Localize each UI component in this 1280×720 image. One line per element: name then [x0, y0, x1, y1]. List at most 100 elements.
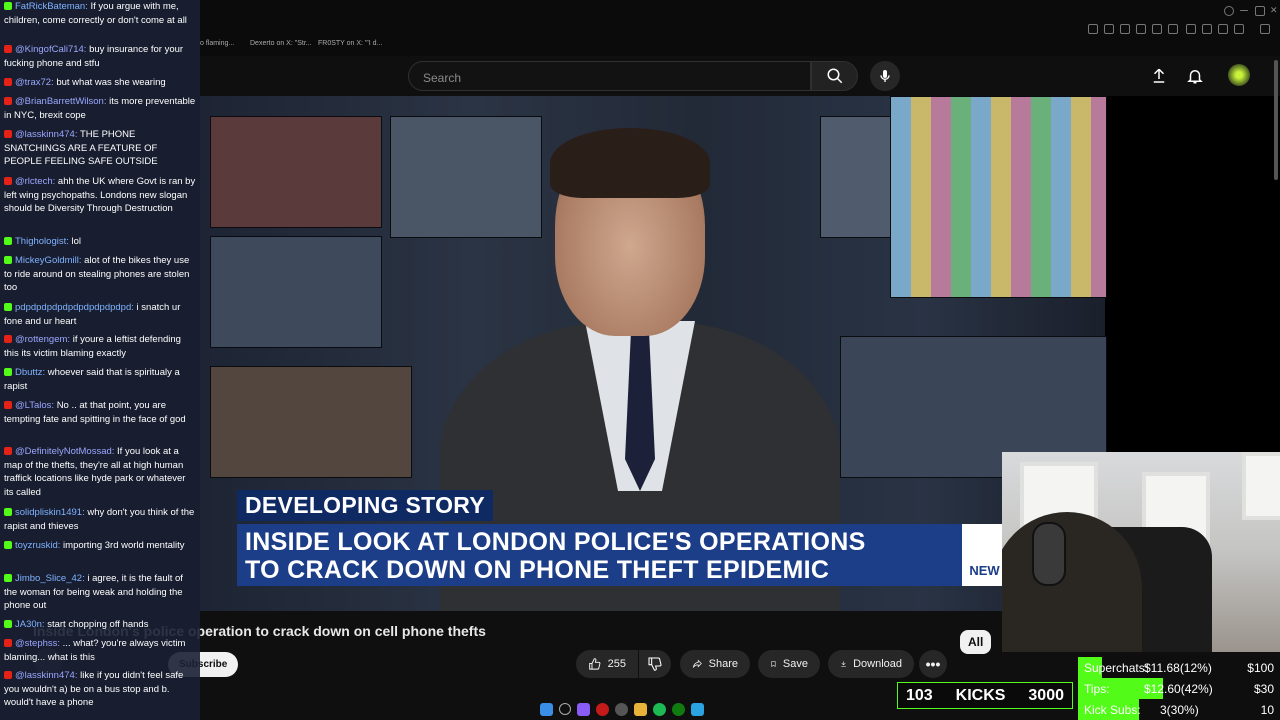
avatar[interactable] — [1228, 64, 1250, 86]
search-icon[interactable] — [1224, 6, 1234, 16]
extension-icon[interactable] — [1152, 24, 1162, 34]
chat-text: importing 3rd world mentality — [63, 540, 185, 551]
chat-username[interactable]: @BrianBarrettWilson: — [15, 96, 106, 107]
spotify-icon[interactable] — [653, 702, 666, 716]
goal-target: $30 — [1253, 682, 1274, 696]
chat-username[interactable]: Jimbo_Slice_42: — [15, 573, 85, 584]
chat-username[interactable]: toyzruskid: — [15, 540, 60, 551]
taskbar — [540, 698, 740, 720]
kicks-goal-value: 3000 — [1028, 686, 1064, 704]
chat-message: toyzruskid: importing 3rd world mentalit… — [4, 539, 196, 553]
opera-icon[interactable] — [596, 702, 609, 716]
kicks-goal: 103 KICKS 3000 — [897, 682, 1073, 709]
ticker-line: INSIDE LOOK AT LONDON POLICE'S OPERATION… — [245, 528, 866, 556]
goal-amount: 3(30%) — [1160, 703, 1199, 717]
microphone-icon — [880, 70, 890, 82]
maximize-icon[interactable] — [1255, 6, 1265, 16]
minimize-icon[interactable] — [1240, 10, 1248, 11]
create-icon[interactable] — [1150, 66, 1168, 86]
chat-username[interactable]: JA30n: — [15, 619, 45, 630]
app-icon[interactable] — [577, 702, 590, 716]
browser-icon[interactable] — [615, 702, 628, 716]
shield-icon[interactable] — [1136, 24, 1146, 34]
extension-icon[interactable] — [1234, 24, 1244, 34]
search-icon[interactable] — [559, 703, 571, 715]
chat-username[interactable]: MickeyGoldmill: — [15, 255, 82, 266]
search-button[interactable] — [811, 61, 858, 91]
youtube-icon — [4, 335, 12, 343]
save-button[interactable]: Save — [758, 650, 820, 678]
chat-username[interactable]: @lasskinn474: — [15, 129, 77, 140]
goal-row: Tips: $12.60(42%) $30 — [1078, 678, 1280, 699]
chat-message: @rlctech: ahh the UK where Govt is ran b… — [4, 175, 196, 216]
profile-icon[interactable] — [1260, 24, 1270, 34]
volume-icon[interactable] — [1186, 24, 1196, 34]
close-icon[interactable]: ✕ — [1270, 6, 1278, 15]
ticker-label: DEVELOPING STORY — [237, 490, 493, 521]
notifications-icon[interactable] — [1186, 66, 1204, 86]
download-icon — [841, 661, 846, 667]
ticker-headline: INSIDE LOOK AT LONDON POLICE'S OPERATION… — [237, 524, 962, 586]
chat-username[interactable]: solidpliskin1491: — [15, 507, 85, 518]
chat-username[interactable]: FatRickBateman: — [15, 1, 88, 12]
share-button[interactable]: Share — [680, 650, 750, 678]
xbox-icon[interactable] — [672, 702, 685, 716]
filter-chip-all[interactable]: All — [960, 630, 992, 654]
chat-username[interactable]: Thighologist: — [15, 236, 69, 247]
goal-label: Kick Subs: — [1084, 703, 1141, 717]
chat-username[interactable]: @LTalos: — [15, 400, 54, 411]
kick-icon — [4, 303, 12, 311]
browser-tab[interactable]: FR0STY on X: "'I d... — [318, 40, 382, 47]
chat-username[interactable]: Dbuttz: — [15, 367, 45, 378]
youtube-icon — [4, 177, 12, 185]
chat-username[interactable]: @DefinitelyNotMossad: — [15, 446, 114, 457]
chat-username[interactable]: @KingofCali714: — [15, 44, 86, 55]
extension-icon[interactable] — [1202, 24, 1212, 34]
download-button[interactable]: Download — [828, 650, 914, 678]
extension-icon[interactable] — [1120, 24, 1130, 34]
chat-message: @DefinitelyNotMossad: If you look at a m… — [4, 445, 196, 499]
telegram-icon[interactable] — [691, 702, 704, 716]
chat-message: JA30n: start chopping off hands — [4, 618, 196, 632]
goal-label: Tips: — [1084, 682, 1110, 696]
extension-icon[interactable] — [1168, 24, 1178, 34]
chat-message: Thighologist: lol — [4, 235, 196, 249]
more-actions-button[interactable]: ••• — [919, 650, 947, 678]
chat-username[interactable]: @trax72: — [15, 77, 54, 88]
youtube-icon — [4, 671, 12, 679]
chat-text: lol — [71, 236, 82, 247]
browser-tab[interactable]: Dexerto on X: "Str... — [250, 40, 312, 47]
search-input[interactable] — [421, 70, 795, 86]
kicks-current: 103 — [906, 686, 933, 704]
chat-message: pdpdpdpdpdpdpdpdpdpdpd: i snatch ur fone… — [4, 301, 196, 328]
zoom-icon[interactable] — [1088, 24, 1098, 34]
chat-username[interactable]: pdpdpdpdpdpdpdpdpdpdpd: — [15, 302, 134, 313]
folder-icon[interactable] — [634, 702, 647, 716]
chat-message: Jimbo_Slice_42: i agree, it is the fault… — [4, 572, 196, 613]
extension-icon[interactable] — [1218, 24, 1228, 34]
scrollbar[interactable] — [1274, 60, 1278, 180]
dislike-button[interactable] — [639, 650, 671, 678]
chat-text: start chopping off hands — [47, 619, 149, 630]
goal-label: Superchats: — [1084, 661, 1149, 675]
chat-username[interactable]: @lasskinn474: — [15, 670, 77, 681]
chat-username[interactable]: @rlctech: — [15, 176, 55, 187]
voice-search-button[interactable] — [870, 61, 900, 91]
kick-icon — [4, 574, 12, 582]
search-box[interactable] — [408, 61, 811, 91]
share-icon — [692, 659, 702, 668]
chat-username[interactable]: @rottengem: — [15, 334, 70, 345]
chat-username[interactable]: @stephss: — [15, 638, 60, 649]
extension-icon[interactable] — [1104, 24, 1114, 34]
start-icon[interactable] — [540, 702, 553, 716]
chat-message: MickeyGoldmill: alot of the bikes they u… — [4, 254, 196, 295]
youtube-icon — [4, 130, 12, 138]
youtube-icon — [4, 447, 12, 455]
browser-tab[interactable]: o flaming... — [200, 40, 234, 47]
chat-text: but what was she wearing — [56, 77, 166, 88]
share-label: Share — [708, 658, 738, 670]
like-button[interactable]: 255 — [576, 650, 638, 678]
network-logo: NEW — [962, 524, 1007, 586]
chat-message: Dbuttz: whoever said that is spiritualy … — [4, 366, 196, 393]
kick-icon — [4, 368, 12, 376]
